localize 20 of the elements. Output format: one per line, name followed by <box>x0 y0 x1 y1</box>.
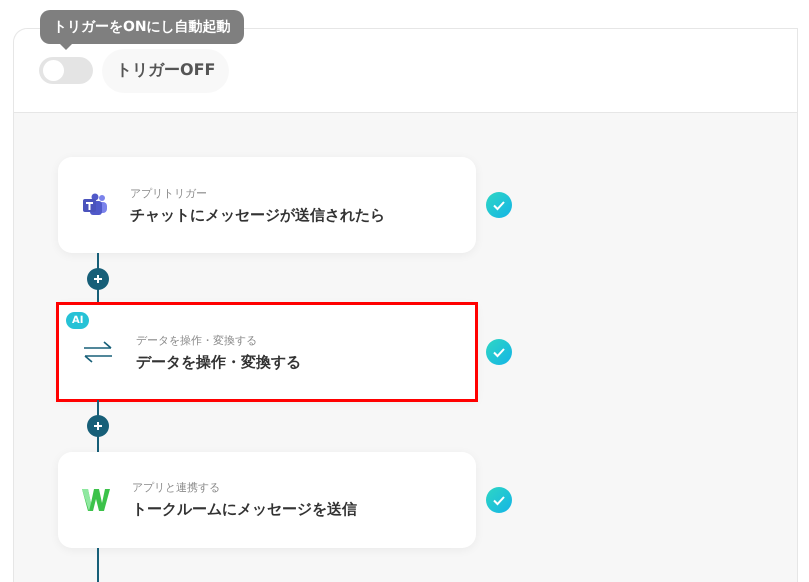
step-card[interactable]: アプリと連携する トークルームにメッセージを送信 <box>58 452 476 548</box>
add-step-button[interactable] <box>86 415 108 438</box>
step-card[interactable]: アプリトリガー チャットにメッセージが送信されたら <box>58 157 476 253</box>
add-step-button[interactable] <box>86 268 108 290</box>
step-title: トークルームにメッセージを送信 <box>132 500 357 520</box>
exchange-arrows-icon <box>82 341 114 364</box>
step-card[interactable]: AI データを操作・変換する データを操作・変換する <box>58 304 476 400</box>
w-logo-icon <box>82 488 110 511</box>
step-caption: アプリと連携する <box>132 480 221 496</box>
ai-badge: AI <box>66 312 90 330</box>
step-caption: アプリトリガー <box>130 186 208 200</box>
trigger-toggle[interactable] <box>39 57 93 84</box>
step-title: データを操作・変換する <box>136 352 301 372</box>
trigger-status: トリガーOFF <box>102 48 230 92</box>
teams-logo-icon <box>82 193 108 217</box>
plus-icon <box>92 274 102 284</box>
plus-icon <box>92 421 102 432</box>
tooltip: トリガーをONにし自動起動 <box>40 10 244 50</box>
step-caption: データを操作・変換する <box>136 332 258 348</box>
step-title: チャットにメッセージが送信されたら <box>130 206 385 224</box>
